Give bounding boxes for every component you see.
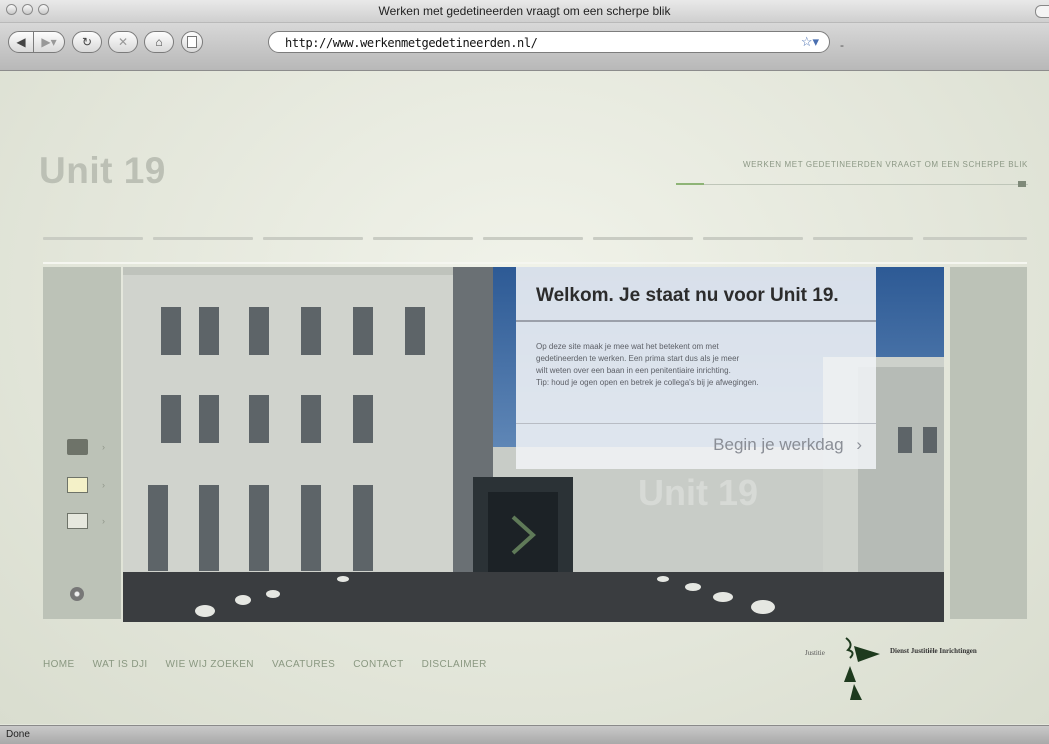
welcome-line: Tip: houd je ogen open en betrek je coll… [536,378,759,387]
status-bar: Done [0,725,1049,744]
top-nav-line[interactable] [373,237,473,240]
window-title: Werken met gedetineerden vraagt om een s… [378,4,671,18]
address-bar[interactable]: http://www.werkenmetgedetineerden.nl/ ☆▾ [268,31,830,53]
top-nav-line[interactable] [483,237,583,240]
home-button[interactable]: ⌂ [144,31,174,53]
folder-icon[interactable] [67,439,88,455]
chevron-right-icon: › [102,442,105,452]
progress-indicator [676,183,704,185]
back-arrow-icon: ◀ [16,35,26,49]
reload-icon: ↻ [81,35,93,49]
left-sidebar: › › › [43,267,121,619]
justitie-label: Justitie [805,649,825,657]
reload-button[interactable]: ↻ [72,31,102,53]
chevron-right-icon: › [102,480,105,490]
top-nav-line[interactable] [923,237,1027,240]
right-sidebar [950,267,1027,619]
top-nav-line[interactable] [153,237,253,240]
welcome-line: gedetineerden te werken. Een prima start… [536,354,740,363]
status-text: Done [6,729,30,740]
document-icon[interactable] [67,513,88,529]
welcome-line: Op deze site maak je mee wat het beteken… [536,342,719,351]
disc-icon[interactable] [70,587,84,601]
dji-agency-label: Dienst Justitiële Inrichtingen [890,647,977,655]
top-nav-line[interactable] [263,237,363,240]
chevron-right-icon: › [856,435,862,454]
site-logo[interactable]: Unit 19 [39,150,166,192]
stage-top-border [43,262,1027,264]
window-titlebar: Werken met gedetineerden vraagt om een s… [0,0,1049,23]
top-nav-line[interactable] [703,237,803,240]
divider [516,320,876,322]
nav-vacatures-link[interactable]: VACATURES [272,659,335,670]
browser-toolbar: ◀ ▶▾ ↻ ✕ ⌂ http://www.werkenmetgedetinee… [0,23,1049,71]
toolbar-toggle-button[interactable] [1035,5,1049,18]
progress-end-marker [1018,181,1026,187]
welcome-line: wilt weten over een baan in een penitent… [536,366,731,375]
begin-workday-button[interactable]: Begin je werkdag › [713,435,862,455]
history-button[interactable] [181,31,203,53]
page-content: Unit 19 WERKEN MET GEDETINEERDEN VRAAGT … [0,71,1049,724]
footer-nav: HOME WAT IS DJI WIE WIJ ZOEKEN VACATURES… [43,659,505,670]
welcome-title: Welkom. Je staat nu voor Unit 19. [536,285,839,306]
site-tagline: WERKEN MET GEDETINEERDEN VRAAGT OM EEN S… [742,160,1028,169]
nav-wie-wij-zoeken-link[interactable]: WIE WIJ ZOEKEN [166,659,254,670]
top-nav-line[interactable] [43,237,143,240]
book-icon[interactable] [67,477,88,493]
progress-track [676,184,1028,185]
nav-home-link[interactable]: HOME [43,659,75,670]
url-text[interactable]: http://www.werkenmetgedetineerden.nl/ [285,36,538,50]
begin-workday-label: Begin je werkdag [713,435,844,454]
nav-disclaimer-link[interactable]: DISCLAIMER [422,659,487,670]
nav-contact-link[interactable]: CONTACT [353,659,403,670]
forward-arrow-icon: ▶▾ [41,35,57,49]
welcome-panel: Welkom. Je staat nu voor Unit 19. Op dez… [516,267,876,469]
dji-logo-icon[interactable] [836,636,886,706]
page-icon [187,36,197,48]
top-nav-line[interactable] [813,237,913,240]
chevron-right-icon: › [102,516,105,526]
star-icon[interactable]: ☆▾ [801,34,819,50]
unit19-watermark: Unit 19 [638,472,759,513]
welcome-text: Op deze site maak je mee wat het beteken… [536,341,866,389]
stop-icon: ✕ [117,35,129,49]
forward-button[interactable]: ▶▾ [33,31,65,53]
top-nav-line[interactable] [593,237,693,240]
back-button[interactable]: ◀ [8,31,34,53]
nav-wat-is-dji-link[interactable]: WAT IS DJI [93,659,148,670]
home-icon: ⌂ [155,35,163,49]
divider [516,423,876,424]
stop-button[interactable]: ✕ [108,31,138,53]
toolbar-separator: - [840,38,844,52]
